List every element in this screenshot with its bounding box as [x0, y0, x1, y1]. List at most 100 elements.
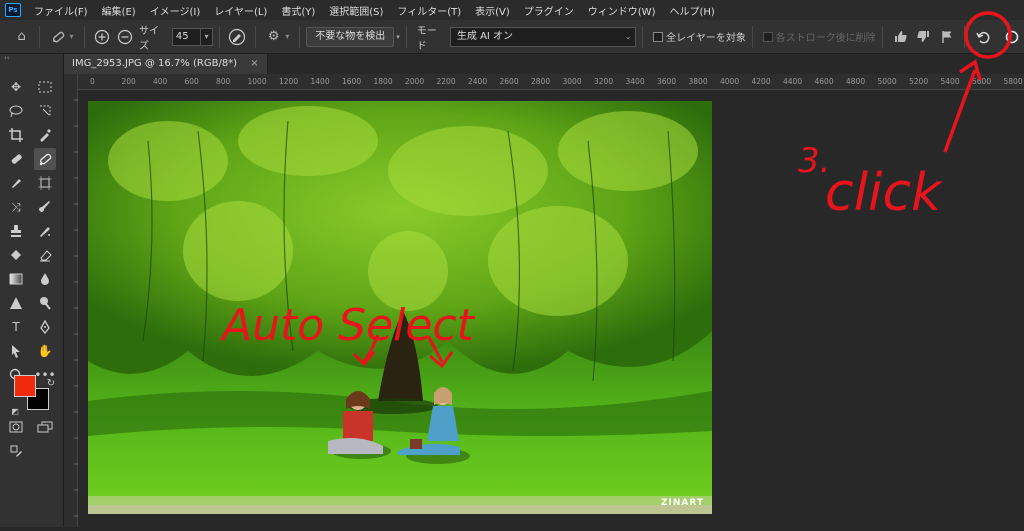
divider [83, 25, 85, 48]
thumbs-up-icon[interactable] [889, 25, 912, 49]
history-brush-icon[interactable] [34, 220, 56, 242]
find-distractions-button[interactable]: 不要な物を検出 [306, 26, 395, 47]
mode-select-value: 生成 AI オン [456, 30, 514, 42]
menu-image[interactable]: イメージ(I) [143, 3, 208, 18]
horizontal-ruler[interactable]: 0 200 400 600 800 1000 1200 1400 1600 1800 2000 220… [78, 74, 1024, 90]
document-tab-bar: IMG_2953.JPG @ 16.7% (RGB/8*) × [64, 54, 1024, 74]
clone-stamp-icon[interactable]: ⤨ [5, 196, 27, 218]
edit-toolbar-icon[interactable] [5, 440, 27, 462]
ruler-tick-label: 5400 [940, 77, 960, 86]
menu-bar: Ps ファイル(F) 編集(E) イメージ(I) レイヤー(L) 書式(Y) 選… [0, 0, 1024, 20]
ruler-tick-label: 2400 [468, 77, 488, 86]
document-tab[interactable]: IMG_2953.JPG @ 16.7% (RGB/8*) × [64, 54, 268, 74]
object-selection-tool-icon[interactable] [34, 100, 56, 122]
flag-icon[interactable] [935, 25, 958, 49]
brush-icon[interactable] [34, 196, 56, 218]
size-dropdown-icon[interactable]: ▾ [201, 27, 213, 46]
menu-window[interactable]: ウィンドウ(W) [581, 3, 663, 18]
mode-label: モード [416, 25, 437, 52]
menu-type[interactable]: 書式(Y) [274, 3, 322, 18]
ruler-tick-label: 2800 [531, 77, 551, 86]
move-tool-icon[interactable]: ✥ [5, 76, 27, 98]
blur-tool-icon[interactable] [34, 268, 56, 290]
ruler-tick-label: 4800 [846, 77, 866, 86]
all-layers-checkbox[interactable] [653, 31, 664, 42]
ruler-tick-label: 400 [153, 77, 168, 86]
menu-edit[interactable]: 編集(E) [95, 3, 143, 18]
pen-tool-icon[interactable] [34, 316, 56, 338]
path-selection-icon[interactable] [5, 340, 27, 362]
menu-help[interactable]: ヘルプ(H) [662, 3, 721, 18]
divider [751, 25, 753, 48]
dodge-tool-icon[interactable] [34, 292, 56, 314]
foreground-color-swatch-top[interactable] [14, 375, 36, 397]
ruler-tick-label: 4000 [720, 77, 740, 86]
divider [299, 25, 301, 48]
menu-view[interactable]: 表示(V) [468, 3, 517, 18]
undo-stroke-icon[interactable] [971, 25, 994, 49]
quick-mask-icon[interactable] [5, 416, 27, 438]
ruler-tick-label: 1400 [310, 77, 330, 86]
size-input[interactable]: 45 [171, 27, 202, 46]
delete-after-stroke-label: 各ストローク後に削除 [775, 33, 876, 44]
delete-after-stroke-checkbox[interactable] [762, 31, 773, 42]
divider [39, 25, 41, 48]
apply-circle-icon[interactable] [1001, 25, 1024, 49]
ruler-tick-label: 600 [184, 77, 199, 86]
chevron-down-icon: ⌄ [624, 31, 632, 41]
thumbs-down-icon[interactable] [912, 25, 935, 49]
ruler-tick-label: 1000 [247, 77, 267, 86]
ruler-tick-label: 0 [90, 77, 95, 86]
lasso-tool-icon[interactable] [5, 100, 27, 122]
home-icon[interactable]: ⌂ [10, 25, 33, 49]
brush-tool-icon[interactable] [5, 172, 27, 194]
chevron-down-icon[interactable]: ▾ [396, 33, 400, 41]
ruler-tick-label: 2000 [405, 77, 425, 86]
chevron-down-icon[interactable]: ▾ [285, 32, 289, 41]
menu-file[interactable]: ファイル(F) [27, 3, 95, 18]
add-stroke-icon[interactable] [91, 25, 114, 49]
divider [964, 25, 966, 48]
remove-tool-icon[interactable] [34, 148, 56, 170]
remove-tool-preset-icon[interactable] [46, 25, 69, 49]
menu-layer[interactable]: レイヤー(L) [207, 3, 274, 18]
size-label: サイズ [139, 25, 160, 52]
type-tool-icon[interactable]: T [5, 316, 27, 338]
close-icon[interactable]: × [250, 58, 258, 69]
hand-tool-icon[interactable]: ✋ [34, 340, 56, 362]
mode-select[interactable]: 生成 AI オン ⌄ [449, 26, 637, 47]
ruler-tick-label: 1600 [342, 77, 362, 86]
spot-healing-tool-icon[interactable] [5, 148, 27, 170]
ruler-tick-label: 4200 [751, 77, 771, 86]
document-tab-title: IMG_2953.JPG @ 16.7% (RGB/8*) [72, 58, 238, 69]
paint-bucket-icon[interactable] [5, 244, 27, 266]
menu-filter[interactable]: フィルター(T) [390, 3, 468, 18]
screen-mode-icon[interactable] [34, 416, 56, 438]
menu-plugins[interactable]: プラグイン [517, 3, 581, 18]
ruler-tick-label: 2200 [436, 77, 456, 86]
ruler-tick-label: 5000 [877, 77, 897, 86]
vertical-ruler[interactable] [64, 74, 78, 527]
gradient-tool-icon[interactable] [5, 268, 27, 290]
ruler-tick-label: 2600 [499, 77, 519, 86]
collapse-panel-icon[interactable]: ‹‹ [0, 54, 63, 62]
ruler-tick-label: 200 [121, 77, 136, 86]
pressure-size-icon[interactable] [226, 25, 249, 49]
all-layers-label: 全レイヤーを対象 [666, 33, 746, 44]
eraser-tool-icon[interactable] [34, 244, 56, 266]
ruler-tick-label: 4600 [814, 77, 834, 86]
ruler-tick-label: 5600 [972, 77, 992, 86]
eyedropper-tool-icon[interactable] [34, 124, 56, 146]
gear-icon[interactable]: ⚙ [262, 25, 285, 49]
crop-tool-icon[interactable] [5, 124, 27, 146]
ruler-tick-label: 3400 [625, 77, 645, 86]
subtract-stroke-icon[interactable] [114, 25, 137, 49]
chevron-down-icon[interactable]: ▾ [70, 32, 74, 41]
stamp-tool-icon[interactable] [5, 220, 27, 242]
frame-tool-icon[interactable] [34, 172, 56, 194]
menu-select[interactable]: 選択範囲(S) [322, 3, 390, 18]
marquee-tool-icon[interactable] [34, 76, 56, 98]
divider [255, 25, 257, 48]
document-image[interactable]: ZINART [88, 101, 712, 514]
triangle-shape-icon[interactable] [5, 292, 27, 314]
